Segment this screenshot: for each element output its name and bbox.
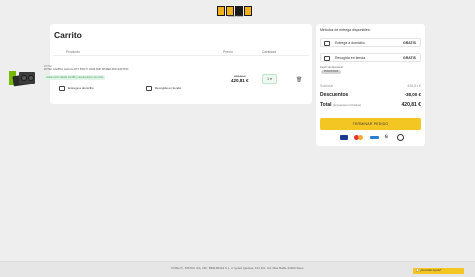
total-value: 420,81 € — [401, 102, 421, 108]
store-icon — [324, 55, 330, 61]
column-header-price: Precio — [223, 50, 233, 54]
column-header-quantity: Cantidad — [262, 50, 277, 54]
fan-icon — [28, 75, 34, 81]
method-label: Recogida en tienda — [335, 56, 366, 60]
item-price: 420,81 € — [231, 78, 249, 83]
method-price: GRATIS — [403, 41, 416, 45]
visa-icon — [340, 134, 348, 140]
method-price: GRATIS — [403, 56, 416, 60]
order-summary-panel: Métodos de entrega disponibles: Entrega … — [316, 24, 425, 146]
checkout-button[interactable]: TERMINAR PEDIDO — [320, 118, 421, 130]
delivery-option-store[interactable]: Recogida en tienda — [146, 84, 181, 92]
product-image[interactable] — [9, 68, 39, 90]
delivery-option-label: Recogida en tienda — [155, 86, 181, 90]
logo-letter-block — [217, 6, 225, 16]
store-icon — [146, 85, 152, 91]
amex-icon — [369, 135, 379, 139]
help-button[interactable]: 💬 ¿Necesitas ayuda? — [413, 268, 464, 274]
page-title: Carrito — [54, 30, 82, 40]
subtotal-label: Subtotal — [320, 84, 333, 88]
logo-letter-block — [244, 6, 252, 16]
quantity-value: 1 — [267, 77, 270, 81]
payment-methods: ꞩ — [340, 133, 404, 141]
product-name[interactable]: ZOTAC GAMING GeForce RTX 5060 Ti 16GB AM… — [44, 68, 128, 71]
footer-legal-text: PCBox®, SISTAC ILS, NIF: B83168419 S.L. … — [171, 266, 304, 270]
delivery-methods-title: Métodos de entrega disponibles: — [320, 28, 371, 32]
paypal-icon — [397, 133, 404, 141]
discount-label: Descuentos — [320, 92, 349, 98]
truck-icon — [324, 40, 330, 46]
cart-panel: Carrito Producto Precio Cantidad — [50, 24, 312, 104]
footer: PCBox®, SISTAC ILS, NIF: B83168419 S.L. … — [0, 261, 475, 277]
method-label: Entrega a domicilio — [335, 41, 365, 45]
method-store-pickup[interactable]: Recogida en tienda GRATIS — [320, 53, 421, 62]
coupon-label: Cupón de descuento — [320, 66, 344, 69]
delivery-option-home[interactable]: Entrega a domicilio — [59, 84, 94, 92]
logo-tagline: Always Better — [228, 15, 244, 18]
fan-icon — [21, 75, 27, 81]
help-label: ¿Necesitas ayuda? — [419, 269, 442, 272]
trash-icon[interactable]: 🗑 — [296, 77, 302, 83]
site-logo[interactable]: Always Better — [217, 4, 257, 18]
total-label: Total (impuestos incluidos) — [320, 102, 361, 108]
quantity-select[interactable]: 1 ▾ — [262, 74, 277, 84]
total-note: (impuestos incluidos) — [332, 103, 362, 107]
shipping-badge: Gratis envío rápido 24-48h y devolucione… — [44, 75, 106, 80]
method-home-delivery[interactable]: Entrega a domicilio GRATIS — [320, 38, 421, 47]
header-divider — [53, 55, 309, 56]
column-header-product: Producto — [66, 50, 81, 54]
delivery-option-label: Entrega a domicilio — [68, 86, 94, 90]
subtotal-value: 458,81 € — [407, 84, 421, 88]
truck-icon — [59, 85, 65, 91]
coupon-chip[interactable]: PCBOX2025 — [321, 70, 341, 74]
total-label-text: Total — [320, 102, 332, 108]
bizum-icon: ꞩ — [384, 133, 388, 140]
discount-value: -38,00 € — [404, 92, 421, 97]
mastercard-icon — [354, 134, 364, 140]
